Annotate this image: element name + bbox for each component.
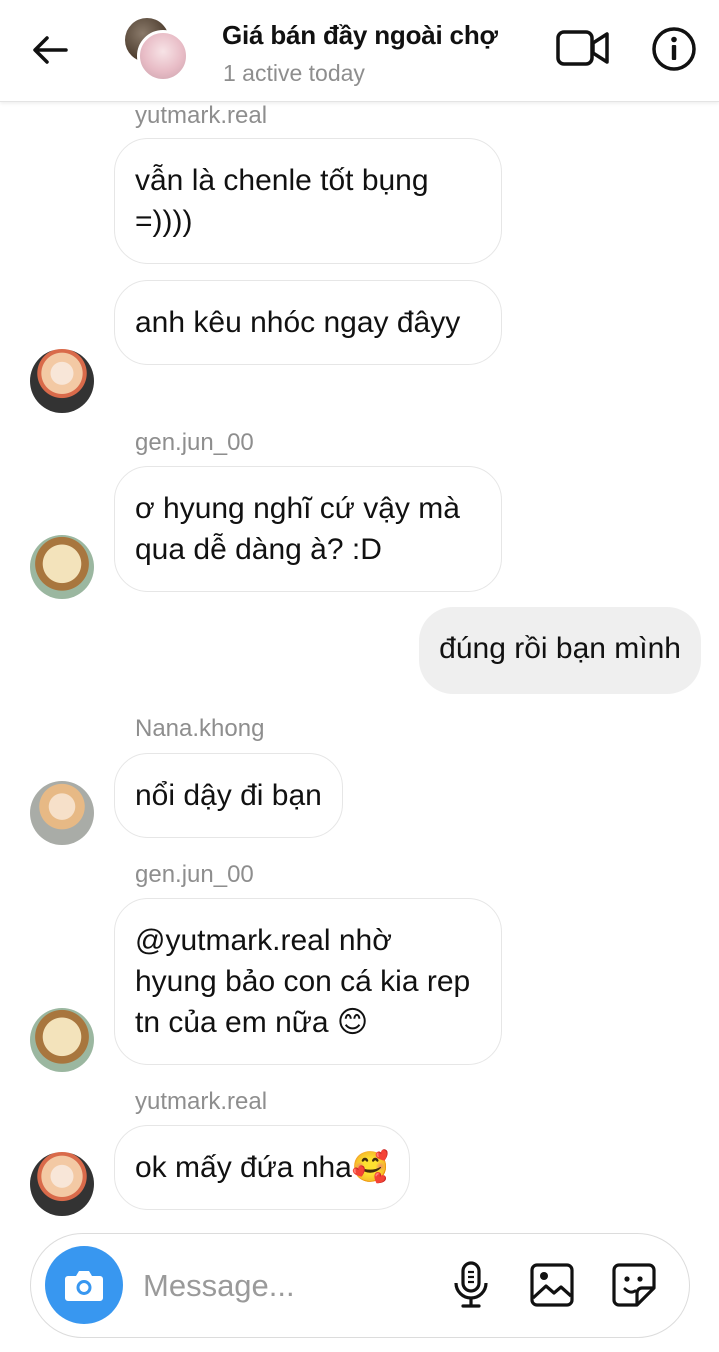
avatar[interactable] [30, 535, 94, 599]
own-message-bubble[interactable]: đúng rồi bạn mình [419, 607, 701, 694]
group-avatar-front [137, 30, 189, 82]
sender-name: gen.jun_00 [135, 429, 254, 456]
microphone-icon [454, 1261, 488, 1308]
chat-title[interactable]: Giá bán đầy ngoài chợ [222, 20, 498, 51]
info-button[interactable] [650, 25, 698, 73]
message-bubble[interactable]: ơ hyung nghĩ cứ vậy mà qua dễ dàng à? :D [114, 466, 502, 592]
avatar[interactable] [30, 1008, 94, 1072]
info-icon [652, 27, 696, 71]
message-bubble[interactable]: anh kêu nhóc ngay đâyy [114, 280, 502, 365]
camera-button[interactable] [45, 1246, 123, 1324]
message-list[interactable]: yutmark.real vẫn là chenle tốt bụng =)))… [0, 102, 719, 1227]
sender-name: yutmark.real [135, 102, 268, 129]
sticker-icon [612, 1263, 656, 1307]
sender-name: yutmark.real [135, 1088, 268, 1115]
message-bubble[interactable]: nổi dậy đi bạn [114, 753, 343, 838]
avatar[interactable] [30, 1152, 94, 1216]
arrow-left-icon [33, 36, 68, 64]
gallery-button[interactable] [529, 1262, 575, 1308]
video-call-button[interactable] [556, 26, 610, 70]
message-bubble[interactable]: ok mấy đứa nha🥰 [114, 1125, 411, 1210]
sticker-button[interactable] [611, 1262, 657, 1308]
sender-name: Nana.khong [135, 715, 265, 742]
active-status: 1 active today [223, 60, 365, 86]
microphone-button[interactable] [451, 1261, 491, 1309]
avatar[interactable] [30, 781, 94, 845]
chat-header: Giá bán đầy ngoài chợ 1 active today [0, 0, 719, 102]
avatar[interactable] [30, 349, 94, 413]
video-camera-icon [556, 30, 609, 66]
message-bubble[interactable]: vẫn là chenle tốt bụng =)))) [114, 138, 502, 264]
back-button[interactable] [30, 30, 70, 70]
message-composer [30, 1233, 690, 1338]
message-input[interactable] [143, 1264, 423, 1308]
group-avatar[interactable] [125, 18, 191, 82]
message-bubble[interactable]: @yutmark.real nhờ hyung bảo con cá kia r… [114, 898, 502, 1065]
image-icon [530, 1263, 574, 1307]
sender-name: gen.jun_00 [135, 861, 254, 888]
camera-icon [65, 1271, 103, 1301]
